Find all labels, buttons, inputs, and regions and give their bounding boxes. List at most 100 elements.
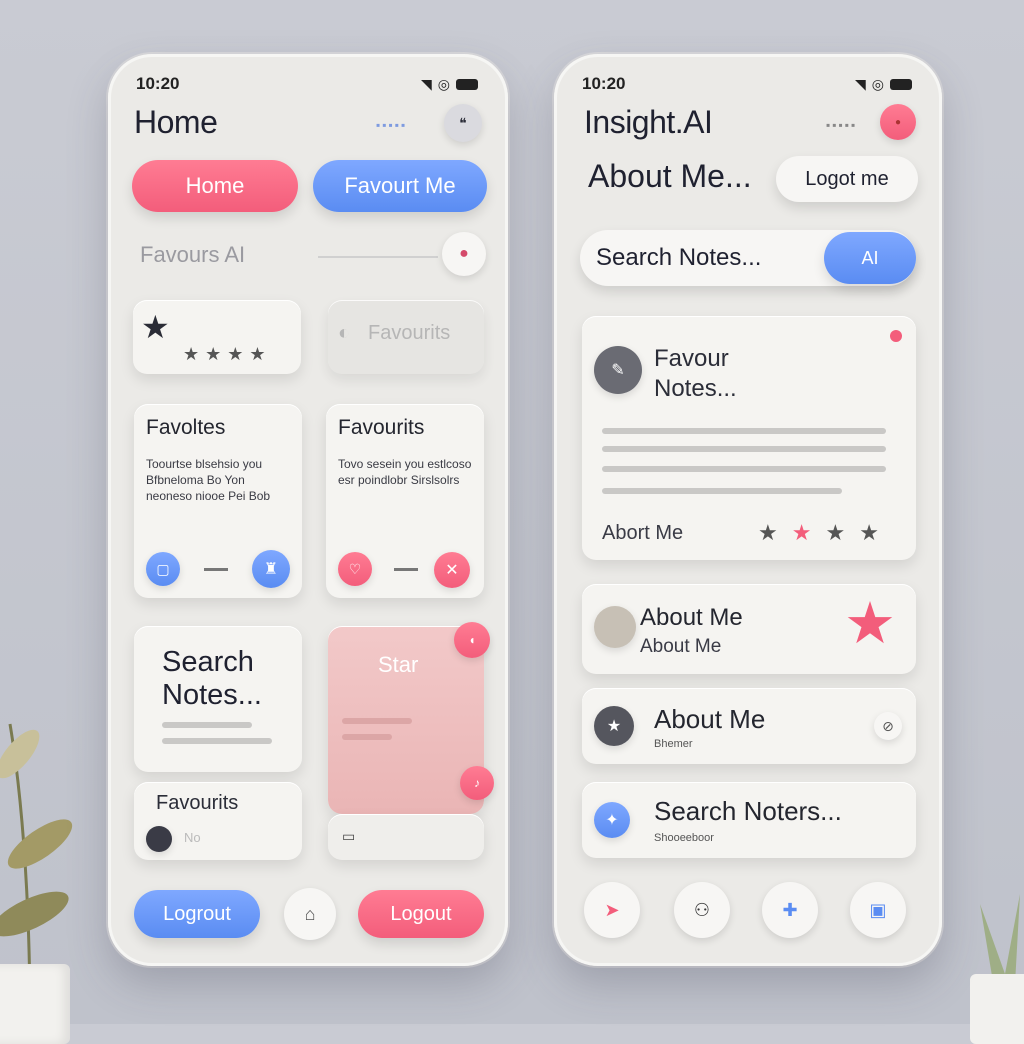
- notes-icon: ✎: [594, 346, 642, 394]
- heart-icon: ♡: [348, 560, 362, 577]
- favourites-label: Favours AI: [140, 242, 246, 267]
- dots-indicator: ▪▪▪▪▪: [376, 118, 408, 132]
- heart-icon: ●: [459, 245, 469, 262]
- share-button[interactable]: ♜: [252, 550, 290, 588]
- star-card-action[interactable]: ♪: [460, 766, 494, 800]
- bolt-icon: ◖: [468, 633, 476, 647]
- placeholder-line: [342, 718, 412, 724]
- list-item[interactable]: ✦ Search Noters... Shooeeboor: [582, 782, 916, 858]
- edit-button[interactable]: ▢: [146, 552, 180, 586]
- placeholder-line: [342, 734, 392, 740]
- status-time: 10:20: [136, 74, 180, 93]
- star-icon: ✦: [605, 812, 619, 829]
- avatar: [594, 606, 636, 648]
- edit-icon: ✎: [611, 362, 625, 379]
- status-bar: 10:20 ◥ ◎: [582, 74, 912, 94]
- signal-icon: ◥: [421, 75, 432, 92]
- logout-button-blue[interactable]: Logrout: [134, 890, 260, 938]
- plant-pot-right: [970, 974, 1024, 1044]
- placeholder-line: [162, 738, 272, 744]
- placeholder-line: [602, 428, 886, 434]
- search-notes-title: Search Notes...: [162, 646, 262, 711]
- tab-favourite[interactable]: Favourt Me: [313, 160, 487, 212]
- home-icon: ⌂: [304, 903, 316, 924]
- profile-button[interactable]: ●: [880, 104, 916, 140]
- signal-icon: ◥: [855, 75, 866, 92]
- keyboard-icon: ▭: [342, 828, 356, 844]
- list-item-title: Search Noters...: [654, 796, 842, 826]
- star-card-badge[interactable]: ◖: [454, 622, 490, 658]
- app-title: Insight.AI: [584, 104, 713, 140]
- star-icon: ★: [141, 309, 170, 345]
- send-icon: ➤: [604, 899, 620, 920]
- note-card-title: Favoltes: [146, 416, 226, 439]
- notes-card-footer: Abort Me: [602, 522, 684, 544]
- puzzle-icon: ✚: [782, 899, 798, 920]
- toggle-button[interactable]: ⊘: [874, 712, 902, 740]
- bottom-chip[interactable]: ▭: [328, 814, 484, 860]
- favourites-button[interactable]: ●: [442, 232, 486, 276]
- rating-card[interactable]: ★ ★★★★: [133, 300, 301, 374]
- note-card[interactable]: Favourits Tovo sesein you estlcoso esr p…: [326, 404, 484, 598]
- about-me-header: About Me...: [580, 154, 780, 202]
- nav-camera[interactable]: ▣: [850, 882, 906, 938]
- placeholder-line: [602, 466, 886, 472]
- tab-home[interactable]: Home: [132, 160, 298, 212]
- wifi-icon: ◎: [871, 75, 884, 92]
- favorite-button[interactable]: ♡: [338, 552, 372, 586]
- favourits-card-sub: No: [184, 830, 201, 845]
- list-item-title: About Me: [640, 604, 743, 631]
- placeholder-line: [602, 446, 886, 452]
- nav-puzzle[interactable]: ✚: [762, 882, 818, 938]
- list-item-sub: About Me: [640, 636, 722, 657]
- rating-stars: ★★★★: [183, 344, 272, 364]
- nav-home[interactable]: ➤: [584, 882, 640, 938]
- favourits-card-title: Favourits: [156, 792, 239, 814]
- delete-button[interactable]: ✕: [434, 552, 470, 588]
- profile-button[interactable]: ❝: [444, 104, 482, 142]
- list-item-sub: Bhemer: [654, 738, 693, 750]
- nav-bot[interactable]: ⚇: [674, 882, 730, 938]
- note-card-body: Tovo sesein you estlcoso esr poindlobr S…: [338, 457, 472, 487]
- camera-icon: ▣: [869, 899, 887, 920]
- plant-pot-left: [0, 964, 70, 1044]
- wifi-icon: ◎: [437, 75, 450, 92]
- note-card-title: Favourits: [338, 416, 425, 439]
- list-item-sub: Shooeeboor: [654, 832, 714, 844]
- notes-card[interactable]: ✎ Favour Notes... Abort Me ★★★★: [582, 316, 916, 560]
- avatar-icon: [146, 826, 172, 852]
- list-item-title: About Me: [654, 704, 766, 734]
- battery-icon: [890, 78, 912, 90]
- search-ai-button[interactable]: AI: [824, 232, 916, 284]
- list-item[interactable]: ★ About Me Bhemer ⊘: [582, 688, 916, 764]
- note-card[interactable]: Favoltes Toourtse blsehsio you Bfbneloma…: [134, 404, 302, 598]
- robot-icon: ⚇: [693, 899, 711, 920]
- logout-button-pink[interactable]: Logout: [358, 890, 484, 938]
- favourits-card[interactable]: Favourits No: [134, 782, 302, 860]
- list-item[interactable]: About Me About Me ★: [582, 584, 916, 674]
- divider: [394, 568, 418, 571]
- compass-icon: ⊘: [882, 717, 894, 734]
- search-placeholder: Search Notes...: [596, 244, 762, 271]
- note-card-body: Toourtse blsehsio you Bfbneloma Bo Yon n…: [146, 457, 271, 503]
- profile-icon: ❝: [459, 114, 467, 131]
- divider: [204, 568, 228, 571]
- logout-button[interactable]: Logot me: [776, 156, 918, 202]
- star-icon[interactable]: ★: [844, 594, 896, 654]
- rating-stars: ★★★★: [758, 520, 893, 545]
- search-notes-card[interactable]: Search Notes...: [134, 626, 302, 772]
- music-icon: ♪: [474, 776, 480, 790]
- home-button[interactable]: ⌂: [284, 888, 336, 940]
- status-bar: 10:20 ◥ ◎: [136, 74, 478, 94]
- chip-label: Favourits: [368, 322, 451, 344]
- divider: [318, 256, 438, 258]
- star-card-title: Star: [378, 652, 419, 677]
- about-me-title: About Me...: [588, 158, 752, 194]
- star-badge: ★: [594, 706, 634, 746]
- close-icon: ✕: [445, 562, 459, 579]
- page-title: Home: [134, 104, 218, 140]
- placeholder-line: [602, 488, 842, 494]
- favourites-chip[interactable]: ◐ Favourits: [328, 300, 484, 374]
- notes-card-title: Favour Notes...: [654, 345, 737, 402]
- dots-indicator: ▪▪▪▪▪: [826, 118, 858, 132]
